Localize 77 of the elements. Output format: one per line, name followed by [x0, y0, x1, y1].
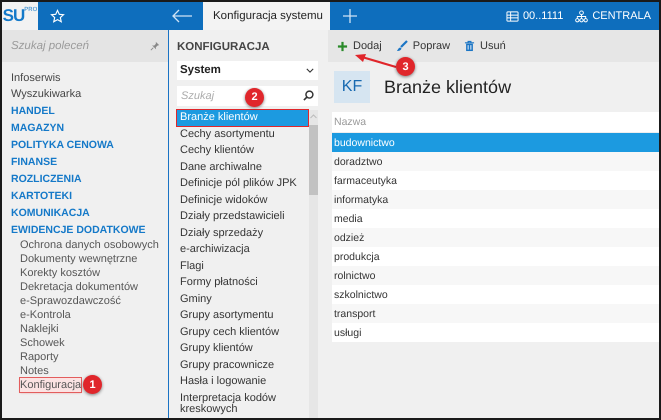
table-row[interactable]: rolnictwo: [332, 266, 659, 285]
config-list-item[interactable]: Hasła i logowanie: [177, 374, 308, 390]
menu-item[interactable]: Naklejki: [20, 322, 59, 336]
toolbar-button[interactable]: Dodaj: [334, 38, 385, 54]
menu-section[interactable]: KARTOTEKI: [11, 187, 72, 204]
table-row[interactable]: doradztwo: [332, 152, 659, 171]
menu-link[interactable]: Infoserwis: [11, 70, 61, 86]
menu-item[interactable]: Dekretacja dokumentów: [20, 280, 138, 294]
menu-item[interactable]: Raporty: [20, 350, 59, 364]
config-list-item[interactable]: Grupy klientów: [177, 340, 308, 358]
menu-section[interactable]: HANDEL: [11, 102, 55, 119]
config-list-item[interactable]: Dane archiwalne: [177, 159, 308, 176]
table-row[interactable]: informatyka: [332, 190, 659, 209]
scrollbar[interactable]: [309, 110, 318, 418]
config-list-item[interactable]: e-archiwizacja: [177, 242, 308, 258]
config-list-item[interactable]: Działy przedstawicieli: [177, 208, 308, 226]
menu-item[interactable]: Notes: [20, 364, 49, 378]
command-search-field[interactable]: Szukaj poleceń: [2, 30, 168, 62]
menu-item[interactable]: Ochrona danych osobowych: [20, 238, 159, 252]
menu-section[interactable]: EWIDENCJE DODATKOWE: [11, 221, 146, 238]
network-icon: [575, 10, 588, 22]
config-list-item[interactable]: Cechy klientów: [177, 142, 308, 160]
toolbar-button[interactable]: Popraw: [392, 38, 454, 54]
brush-icon: [396, 40, 408, 52]
add-tab-icon: [342, 8, 358, 24]
pointer-arrow: [354, 53, 398, 69]
search-icon: [303, 90, 314, 102]
config-list-item[interactable]: Formy płatności: [177, 274, 308, 292]
toolbar-button[interactable]: Usuń: [461, 38, 509, 54]
trash-icon: [464, 40, 476, 52]
config-list-item[interactable]: Grupy pracownicze: [177, 357, 308, 374]
callout-number: 3: [396, 57, 415, 76]
category-dropdown[interactable]: System: [177, 61, 318, 80]
panel-heading: KONFIGURACJA: [177, 40, 271, 55]
menu-link[interactable]: Wyszukiwarka: [11, 86, 82, 102]
menu-item[interactable]: e-Kontrola: [20, 308, 71, 322]
table-row[interactable]: farmaceutyka: [332, 171, 659, 190]
scroll-up-icon: [309, 112, 318, 119]
config-list-item[interactable]: Definicje pól plików JPK: [177, 176, 308, 192]
menu-item[interactable]: Konfiguracja: [20, 378, 82, 392]
table-row[interactable]: transport: [332, 304, 659, 323]
menu-section[interactable]: FINANSE: [11, 153, 58, 170]
menu-item[interactable]: Korekty kosztów: [20, 266, 100, 280]
scrollbar-thumb[interactable]: [309, 124, 318, 195]
config-list-item[interactable]: Działy sprzedaży: [177, 225, 308, 242]
table-row[interactable]: szkolnictwo: [332, 285, 659, 304]
branch-label: CENTRALA: [592, 10, 651, 22]
back-arrow-icon: [171, 9, 193, 23]
database-label: 00..1111: [522, 10, 564, 22]
module-badge: KF: [334, 71, 370, 103]
table-row[interactable]: odzież: [332, 228, 659, 247]
database-icon: [506, 10, 519, 22]
config-list-item[interactable]: Cechy asortymentu: [177, 126, 308, 143]
menu-item[interactable]: e-Sprawozdawczość: [20, 294, 121, 308]
menu-section[interactable]: KOMUNIKACJA: [11, 204, 90, 221]
config-list-item[interactable]: Definicje widoków: [177, 192, 308, 209]
chevron-down-icon: [306, 68, 314, 73]
table-row[interactable]: usługi: [332, 323, 659, 342]
config-list-item[interactable]: Flagi: [177, 258, 308, 275]
menu-section[interactable]: POLITYKA CENOWA: [11, 136, 114, 153]
config-list-item[interactable]: Gminy: [177, 291, 308, 308]
config-list-item[interactable]: Interpretacja kodów kreskowych: [177, 390, 308, 418]
command-search-input[interactable]: Szukaj poleceń: [11, 40, 131, 52]
callout-number: 1: [83, 375, 102, 394]
menu-item[interactable]: Dokumenty wewnętrzne: [20, 252, 138, 266]
config-list-item[interactable]: Grupy cech klientów: [177, 324, 308, 341]
page-title: Branże klientów: [384, 76, 512, 98]
star-icon: [50, 8, 65, 24]
config-list-item[interactable]: Grupy asortymentu: [177, 308, 308, 324]
menu-section[interactable]: ROZLICZENIA: [11, 170, 82, 187]
menu-item[interactable]: Schowek: [20, 336, 65, 350]
table-row[interactable]: media: [332, 209, 659, 228]
active-tab[interactable]: Konfiguracja systemu: [203, 2, 330, 30]
plus-icon: [337, 40, 348, 52]
menu-section[interactable]: MAGAZYN: [11, 119, 64, 136]
table-row[interactable]: produkcja: [332, 247, 659, 266]
pin-icon: [150, 41, 160, 51]
